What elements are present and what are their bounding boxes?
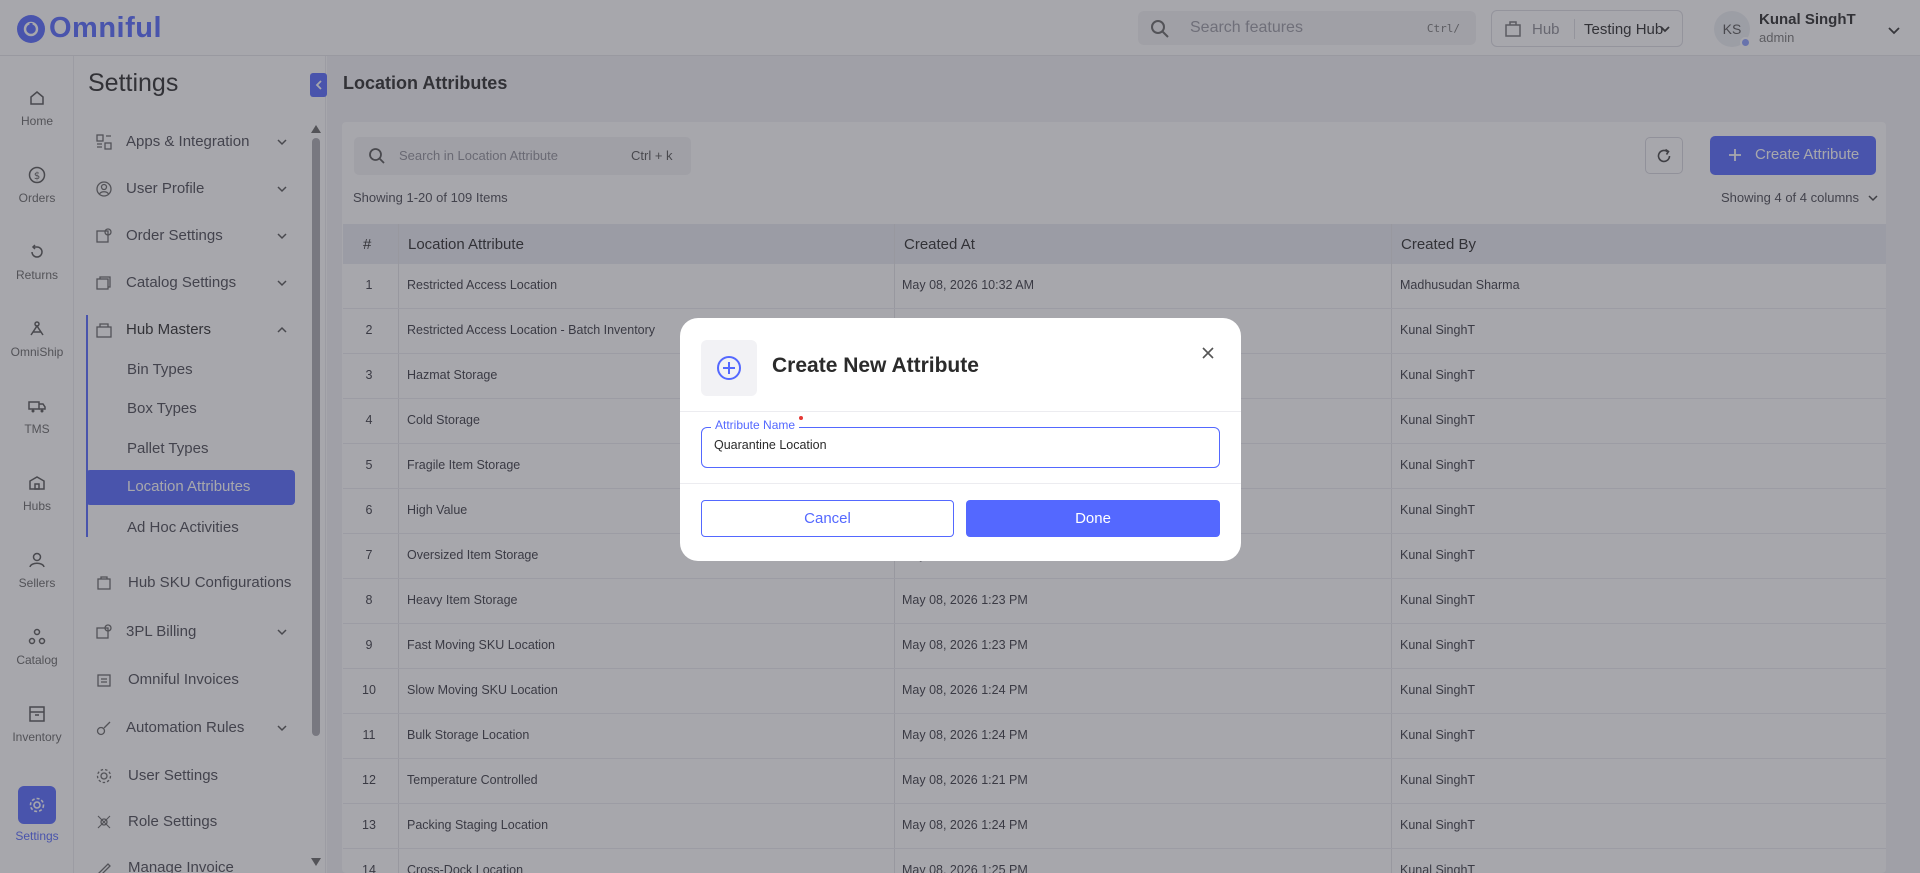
close-icon[interactable]	[1199, 344, 1217, 362]
required-indicator	[799, 416, 804, 420]
done-button[interactable]: Done	[966, 500, 1220, 537]
modal-title: Create New Attribute	[772, 354, 979, 377]
attribute-name-label: Attribute Name	[711, 416, 804, 432]
create-attribute-modal: Create New Attribute Attribute Name Canc…	[680, 318, 1241, 561]
attribute-name-input[interactable]	[714, 438, 1204, 452]
attribute-name-field[interactable]: Attribute Name	[701, 416, 1220, 468]
add-circle-icon	[717, 356, 741, 380]
modal-divider	[680, 411, 1241, 412]
modal-icon-box	[701, 340, 757, 396]
attribute-name-label-text: Attribute Name	[715, 418, 796, 432]
cancel-button[interactable]: Cancel	[701, 500, 954, 537]
modal-divider	[680, 483, 1241, 484]
